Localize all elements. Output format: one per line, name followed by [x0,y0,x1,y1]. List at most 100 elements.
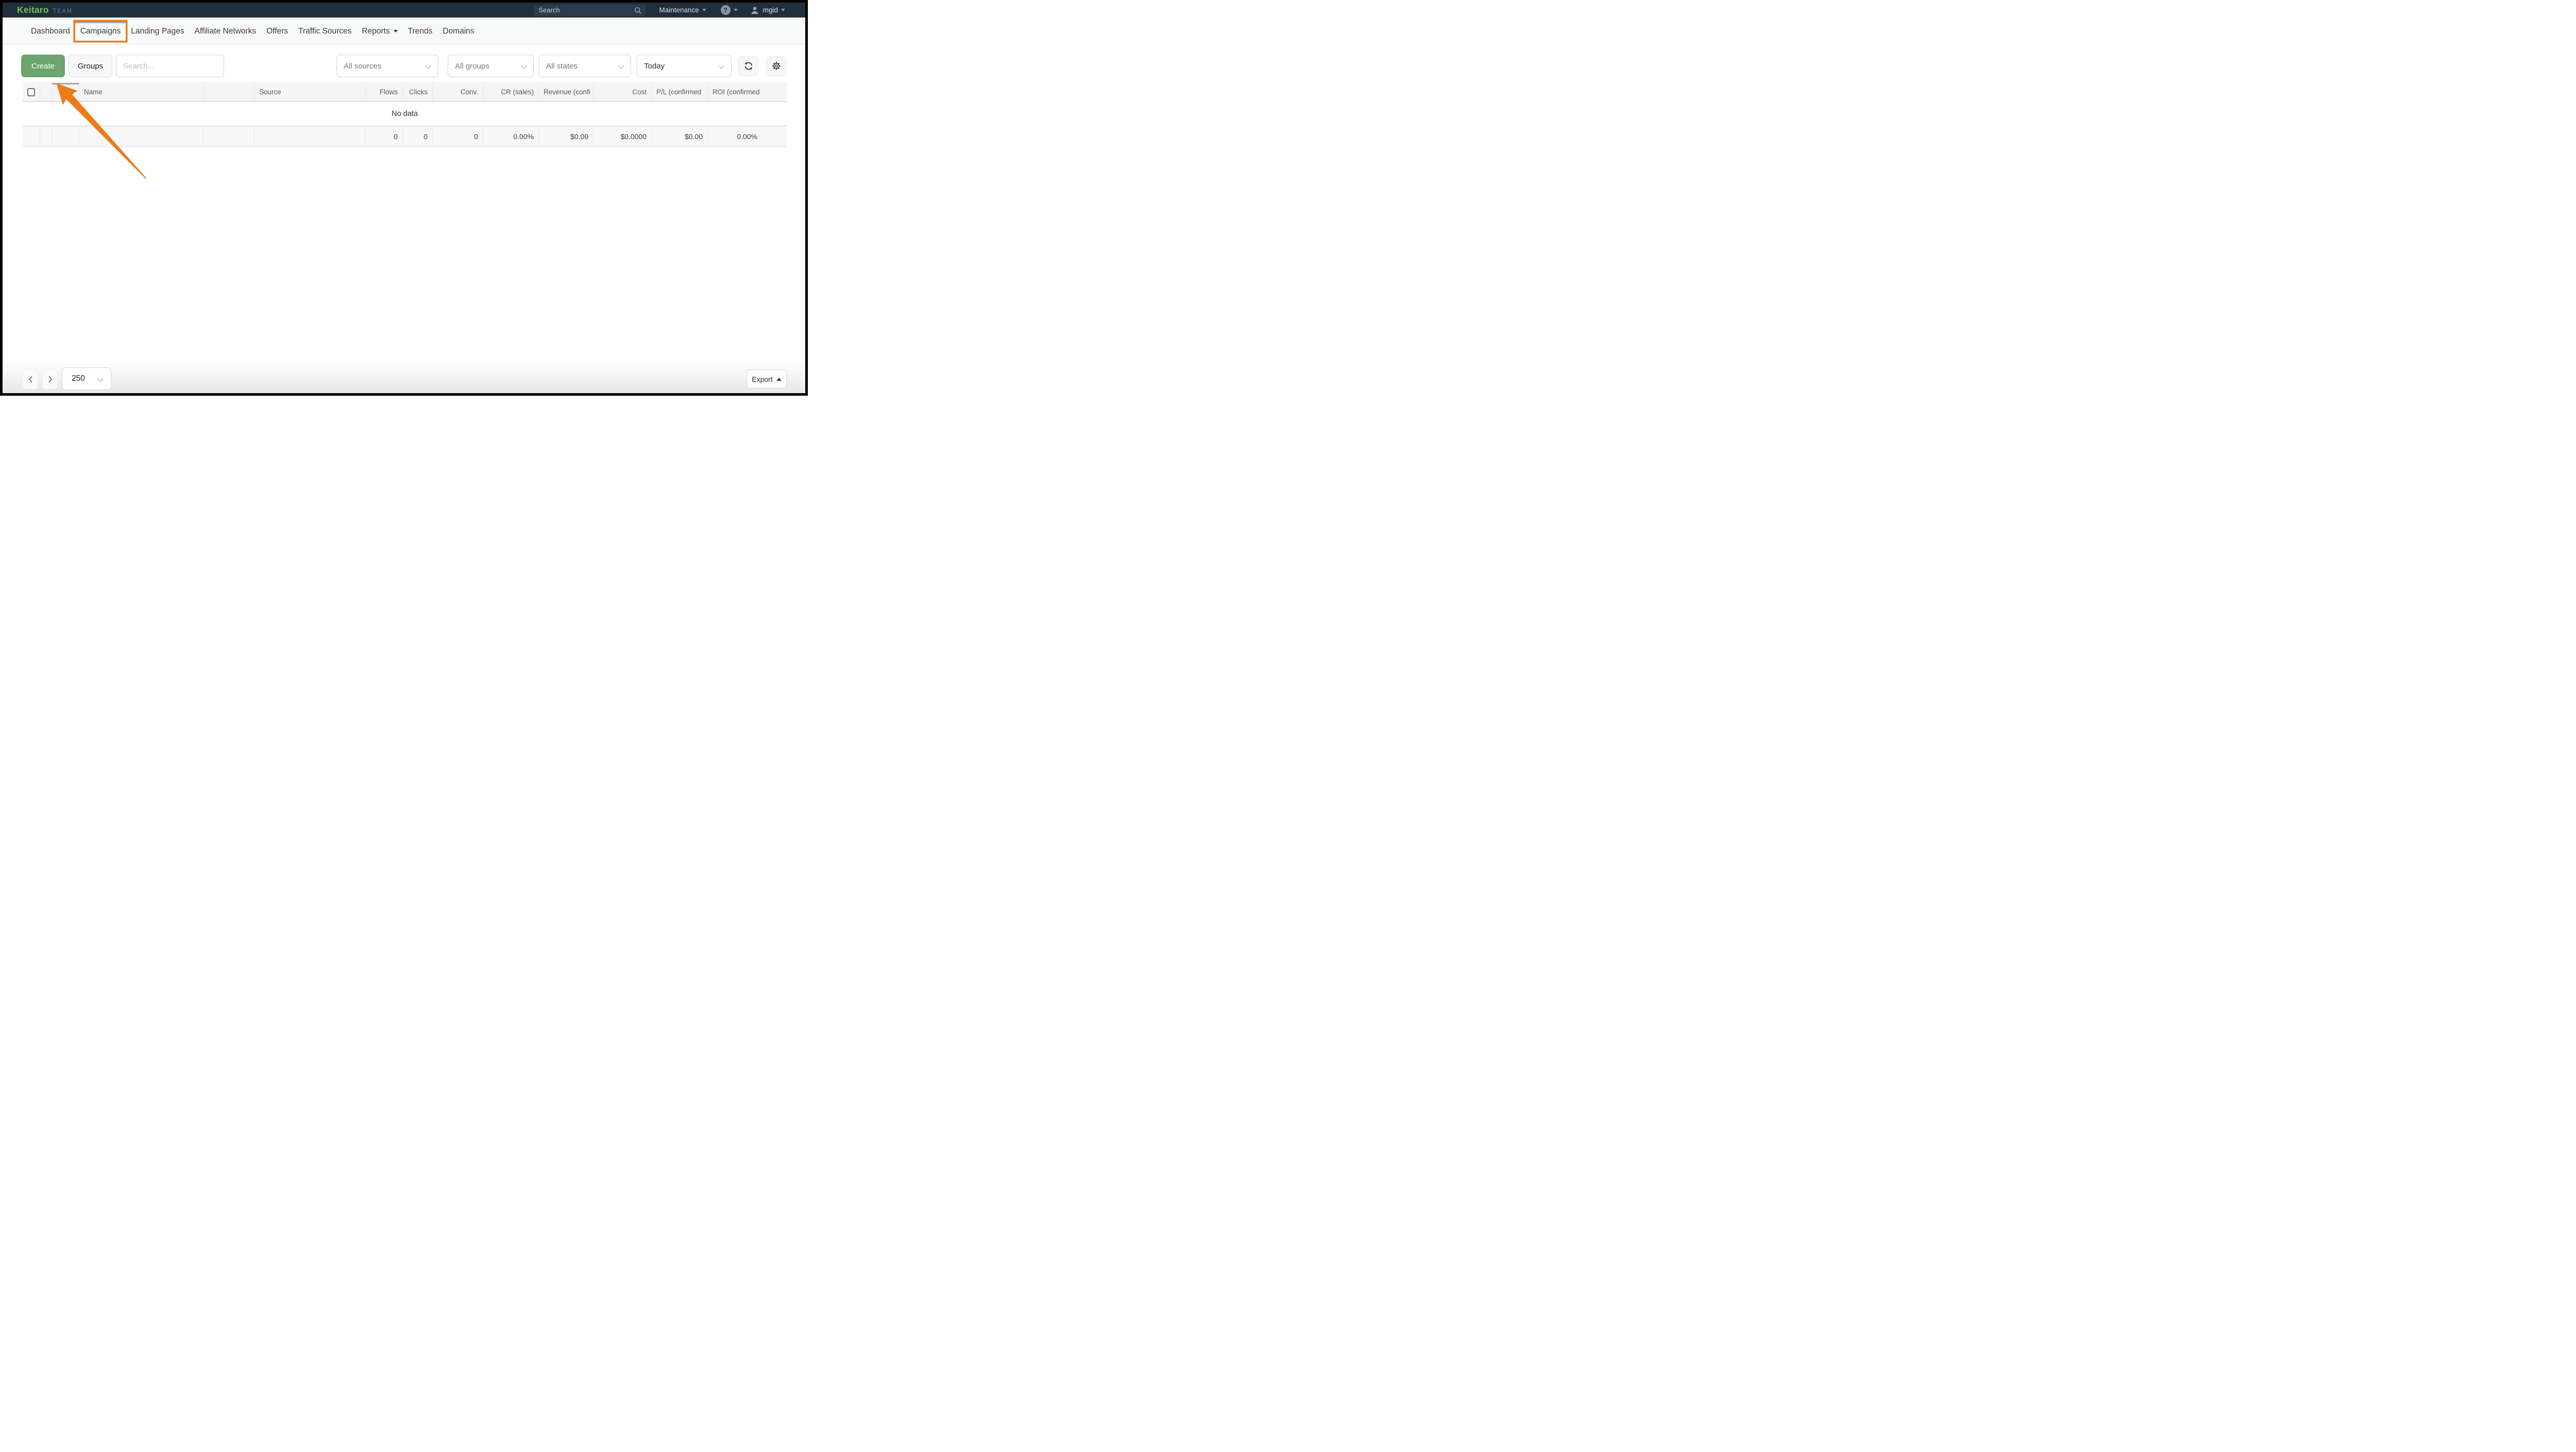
username-label: mgid [763,6,778,14]
summary-flows: 0 [366,127,403,146]
column-label: Revenue (confi [544,88,590,96]
date-range-value: Today [644,62,665,71]
maintenance-menu[interactable]: Maintenance [659,6,706,14]
summary-cell [79,127,204,146]
summary-clicks: 0 [403,127,433,146]
topbar-right: Maintenance ? mgid [534,5,785,16]
maintenance-label: Maintenance [659,6,699,14]
pagination-next-button[interactable] [42,369,58,390]
column-header-conv[interactable]: Conv. [433,83,483,101]
column-header-name[interactable]: Name [79,83,204,101]
search-icon [634,7,642,14]
column-header-pl[interactable]: P/L (confirmed [652,83,708,101]
nav-label: Campaigns [80,27,121,36]
column-header-group[interactable] [204,83,255,101]
keitaro-campaigns-page: Keitaro TEAM Maintenance ? [0,0,808,396]
campaigns-table: ID Name Source Flows Clicks Conv. CR (sa… [23,82,787,147]
keitaro-logo[interactable]: Keitaro TEAM [17,5,73,15]
column-header-roi[interactable]: ROI (confirmed [708,83,787,101]
nav-label: Landing Pages [131,27,184,36]
summary-cost: $0.0000 [594,127,652,146]
nav-item-landing-pages[interactable]: Landing Pages [126,22,189,41]
column-label: Conv. [461,88,478,96]
nav-item-campaigns[interactable]: Campaigns [75,22,126,41]
nav-item-trends[interactable]: Trends [403,22,438,41]
column-label: ID [67,88,75,96]
column-label: Source [259,88,281,96]
column-header-flows[interactable]: Flows [366,83,403,101]
column-header-clicks[interactable]: Clicks [403,83,433,101]
create-button[interactable]: Create [21,55,65,77]
no-data-message: No data [392,110,418,118]
user-icon [750,6,759,15]
chevron-down-icon [394,30,398,32]
help-icon: ? [721,5,731,15]
toolbar-filters: All sources All groups All states Today [336,55,786,77]
pagination-prev-button[interactable] [23,369,38,390]
help-menu[interactable]: ? [721,5,738,15]
summary-cell [23,127,40,146]
main-nav: Dashboard Campaigns Landing Pages Affili… [3,18,805,44]
column-label: Cost [632,88,647,96]
nav-label: Dashboard [31,27,70,36]
column-label: ROI (confirmed [713,88,760,96]
column-header-cr-sales[interactable]: CR (sales) [483,83,539,101]
summary-row: 0 0 0 0.00% $0.00 $0.0000 $0.00 0.00% [23,126,787,147]
groups-filter-select[interactable]: All groups [448,55,534,77]
column-header-id[interactable]: ID [52,83,79,101]
summary-cell [255,127,366,146]
states-filter-value: All states [546,62,578,71]
states-filter-select[interactable]: All states [539,55,631,77]
chevron-down-icon [702,9,706,11]
select-all-checkbox[interactable] [27,88,35,96]
nav-item-traffic-sources[interactable]: Traffic Sources [293,22,357,41]
select-all-column-header [23,83,40,101]
table-settings-button[interactable] [766,56,786,76]
id-column-highlight-bar [52,83,79,85]
export-button[interactable]: Export [747,369,787,389]
footer-gradient [3,361,805,393]
nav-label: Reports [362,27,389,36]
nav-label: Domains [443,27,474,36]
nav-item-reports[interactable]: Reports [357,22,402,41]
summary-revenue: $0.00 [539,127,594,146]
summary-roi: 0.00% [708,127,787,146]
campaign-search-input[interactable] [116,55,224,77]
column-label: CR (sales) [501,88,534,96]
global-search [534,5,646,16]
summary-cell [204,127,255,146]
refresh-button[interactable] [738,56,758,76]
nav-label: Trends [408,27,433,36]
nav-item-affiliate-networks[interactable]: Affiliate Networks [190,22,261,41]
column-label: Flows [380,88,398,96]
triangle-up-icon [776,378,782,381]
column-label: Name [84,88,103,96]
topbar: Keitaro TEAM Maintenance ? [3,3,805,18]
nav-item-domains[interactable]: Domains [437,22,479,41]
nav-item-dashboard[interactable]: Dashboard [26,22,75,41]
expand-column-header [40,83,52,101]
column-header-revenue[interactable]: Revenue (confi [539,83,594,101]
nav-item-offers[interactable]: Offers [261,22,293,41]
nav-label: Affiliate Networks [195,27,256,36]
summary-cell [40,127,52,146]
global-search-input[interactable] [534,5,646,16]
chevron-down-icon [618,65,624,70]
groups-filter-value: All groups [455,62,489,71]
column-header-cost[interactable]: Cost [594,83,652,101]
gear-icon [771,61,782,71]
table-header-row: ID Name Source Flows Clicks Conv. CR (sa… [23,82,787,102]
page-size-value: 250 [72,374,85,383]
user-menu[interactable]: mgid [750,6,785,15]
summary-cr-sales: 0.00% [483,127,539,146]
chevron-down-icon [425,65,432,70]
summary-cell [52,127,79,146]
chevron-down-icon [718,65,725,70]
chevron-down-icon [97,378,104,383]
column-header-source[interactable]: Source [255,83,366,101]
page-size-select[interactable]: 250 [62,367,111,390]
groups-button[interactable]: Groups [69,55,112,77]
logo-edition-badge: TEAM [53,8,73,14]
date-range-select[interactable]: Today [637,55,732,77]
sources-filter-select[interactable]: All sources [336,55,438,77]
